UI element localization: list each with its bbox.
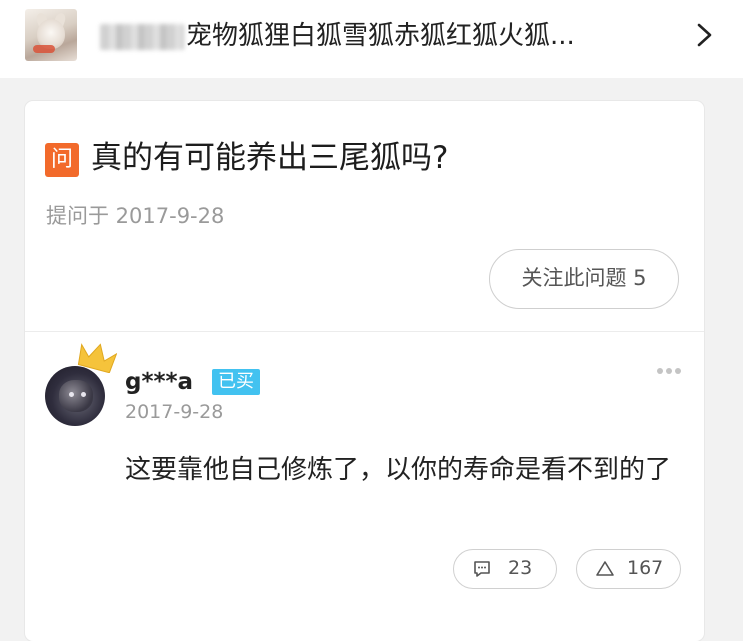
upvote-triangle-icon xyxy=(596,561,614,576)
bought-badge: 已买 xyxy=(212,369,260,395)
comment-button[interactable]: 23 xyxy=(453,549,557,589)
product-header[interactable]: 宠物狐狸白狐雪狐赤狐红狐火狐... xyxy=(0,0,743,78)
qa-card: 问 真的有可能养出三尾狐吗? 提问于 2017-9-28 关注此问题 5 g**… xyxy=(25,101,704,641)
product-title: 宠物狐狸白狐雪狐赤狐红狐火狐... xyxy=(186,21,575,51)
thumbnail-accent xyxy=(33,45,55,53)
answer-username: g***a xyxy=(125,369,194,395)
avatar-dog xyxy=(59,380,93,412)
question-date: 提问于 2017-9-28 xyxy=(46,204,225,228)
avatar-eye xyxy=(69,392,74,397)
product-thumbnail xyxy=(25,9,77,61)
like-count: 167 xyxy=(627,557,664,579)
more-dots-icon[interactable] xyxy=(657,359,687,374)
avatar[interactable] xyxy=(45,366,105,426)
comment-count: 23 xyxy=(508,557,533,579)
comment-icon xyxy=(474,561,490,577)
divider xyxy=(25,331,704,332)
chevron-right-icon[interactable] xyxy=(690,20,720,50)
question-title: 真的有可能养出三尾狐吗? xyxy=(91,140,449,176)
avatar-eye xyxy=(81,392,86,397)
follow-question-button[interactable]: 关注此问题 5 xyxy=(489,249,679,309)
like-button[interactable]: 167 xyxy=(576,549,681,589)
crown-icon xyxy=(77,343,117,373)
question-badge: 问 xyxy=(45,143,79,177)
blurred-shop-name xyxy=(100,24,184,50)
answer-date: 2017-9-28 xyxy=(125,401,224,423)
answer-text: 这要靠他自己修炼了，以你的寿命是看不到的了 xyxy=(125,455,672,485)
